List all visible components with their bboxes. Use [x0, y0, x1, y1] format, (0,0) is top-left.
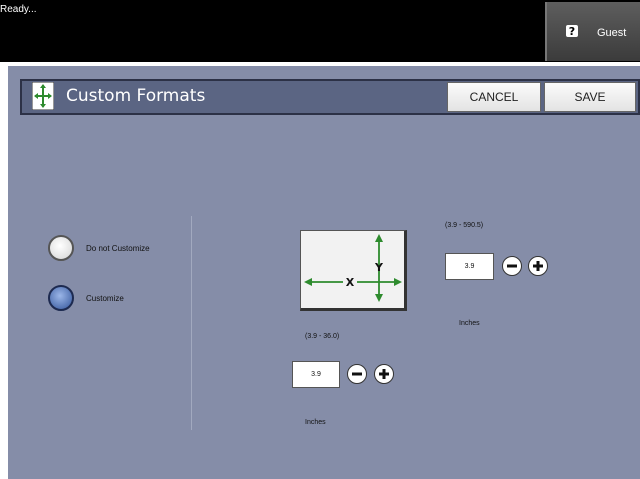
status-text: Ready... [0, 4, 37, 15]
y-decrement-button[interactable] [502, 256, 522, 276]
x-value-field[interactable]: 3.9 [292, 361, 340, 388]
save-button[interactable]: SAVE [544, 82, 636, 112]
plus-icon [533, 261, 543, 271]
x-range-text: (3.9 - 36.0) [305, 333, 340, 340]
svg-text:?: ? [569, 25, 575, 38]
y-value-field[interactable]: 3.9 [445, 253, 494, 280]
user-label: Guest [597, 27, 627, 39]
customize-label: Customize [86, 294, 124, 303]
custom-format-icon [32, 82, 54, 110]
x-axis-label: X [346, 276, 355, 289]
x-unit-label: Inches [305, 419, 326, 426]
minus-icon [507, 264, 517, 268]
cancel-button[interactable]: CANCEL [447, 82, 541, 112]
y-increment-button[interactable] [528, 256, 548, 276]
x-increment-button[interactable] [374, 364, 394, 384]
minus-icon [352, 372, 362, 376]
plus-icon [379, 369, 389, 379]
y-axis-label: Y [374, 261, 384, 274]
xy-arrows-icon: X Y [304, 234, 402, 302]
do-not-customize-radio[interactable] [48, 235, 74, 261]
user-button[interactable]: ? Guest [545, 2, 640, 61]
page-title: Custom Formats [66, 86, 206, 106]
y-unit-label: Inches [459, 320, 480, 327]
y-range-text: (3.9 - 590.5) [445, 222, 484, 229]
customize-radio[interactable] [48, 285, 74, 311]
xy-diagram: X Y [300, 230, 407, 311]
x-decrement-button[interactable] [347, 364, 367, 384]
top-status-bar: Ready... ? Guest [0, 0, 640, 62]
do-not-customize-label: Do not Customize [86, 244, 150, 253]
user-icon: ? [566, 25, 578, 38]
divider [191, 216, 192, 430]
